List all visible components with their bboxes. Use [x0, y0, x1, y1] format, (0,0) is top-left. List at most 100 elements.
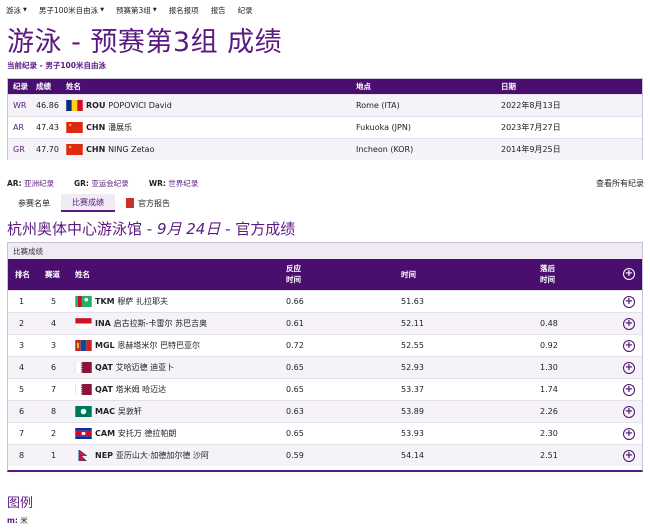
result-lane: 4 [51, 319, 57, 328]
result-athlete[interactable]: QAT 塔米姆 哈迈达 [75, 384, 166, 395]
results-header-name: 姓名 [75, 270, 90, 279]
chevron-down-icon: ▼ [152, 7, 157, 13]
nav-records[interactable]: 纪录 [238, 5, 253, 16]
result-rank: 5 [19, 385, 25, 394]
svg-text:★: ★ [68, 123, 72, 129]
result-athlete[interactable]: QAT 艾哈迈德 迪亚卜 [75, 362, 174, 373]
chevron-down-icon: ▼ [23, 7, 27, 13]
result-time: 53.89 [401, 407, 424, 416]
legend-title: 图例 [7, 496, 34, 511]
nav-entries[interactable]: 报名报项 [169, 5, 199, 16]
result-row[interactable]: 7 2 CAM 安托万 德拉帕朗 0.65 53.93 2.30 + [8, 422, 642, 444]
current-record-label: 当前纪录 - 男子100米自由泳 [7, 61, 106, 70]
result-athlete[interactable]: CAM 安托万 德拉帕朗 [75, 428, 176, 439]
record-date: 2014年9月25日 [501, 145, 561, 154]
results-header-lane: 赛道 [45, 270, 60, 279]
result-time: 54.14 [401, 451, 424, 460]
abbr-ar: AR: 亚洲纪录 [7, 179, 54, 188]
result-behind: 1.30 [540, 363, 558, 372]
expand-row-icon[interactable]: + [623, 384, 635, 396]
result-athlete[interactable]: NEP 亚历山大·加德加尔德 沙阿 [75, 449, 209, 462]
flag-icon: ★ [66, 122, 83, 133]
record-row: WR 46.86 ROU POPOVICI David Rome (ITA) 2… [8, 94, 642, 116]
result-row[interactable]: 3 3 MGL 恩赫塔米尔 巴特巴亚尔 0.72 52.55 0.92 + [8, 334, 642, 356]
result-row[interactable]: 2 4 INA 启古拉斯-卡雷尔 苏巴吉奥 0.61 52.11 0.48 + [8, 312, 642, 334]
result-row[interactable]: 6 8 MAC 吴敦轩 0.63 53.89 2.26 + [8, 400, 642, 422]
expand-row-icon[interactable]: + [623, 362, 635, 374]
result-behind: 2.51 [540, 451, 558, 460]
expand-row-icon[interactable]: + [623, 428, 635, 440]
record-type[interactable]: AR [13, 123, 24, 132]
result-rank: 2 [19, 319, 25, 328]
results-table: 比赛成绩 排名 赛道 姓名 反应 时间 时间 落后 时间 + 1 5 TKM 穆… [7, 242, 643, 472]
abbr-gr: GR: 亚运会纪录 [73, 179, 129, 188]
result-time: 51.63 [401, 297, 424, 306]
top-nav: 游泳 ▼ 男子100米自由泳 ▼ 预赛第3组 ▼ 报名报项 报告 纪录 [6, 4, 253, 16]
result-time: 52.55 [401, 341, 424, 350]
results-header-rt2: 时间 [286, 275, 301, 284]
result-athlete[interactable]: MGL 恩赫塔米尔 巴特巴亚尔 [75, 340, 200, 351]
result-rank: 6 [19, 407, 25, 416]
view-all-records-link[interactable]: 查看所有纪录 [596, 178, 644, 189]
result-athlete[interactable]: TKM 穆萨 扎拉耶夫 [75, 296, 168, 307]
record-place: Incheon (KOR) [356, 145, 414, 154]
expand-row-icon[interactable]: + [623, 406, 635, 418]
tab-entry-list[interactable]: 参赛名单 [7, 194, 61, 212]
expand-all-icon[interactable]: + [623, 268, 635, 280]
result-lane: 3 [51, 341, 57, 350]
flag-icon [75, 340, 92, 351]
record-athlete[interactable]: ROU POPOVICI David [66, 100, 172, 111]
record-row: GR 47.70 ★ CHN NING Zetao Incheon (KOR) 2… [8, 138, 642, 160]
result-row[interactable]: 1 5 TKM 穆萨 扎拉耶夫 0.66 51.63 + [8, 290, 642, 312]
flag-icon [75, 317, 92, 330]
results-header-rank: 排名 [15, 270, 30, 279]
nav-reports[interactable]: 报告 [211, 5, 226, 16]
record-athlete[interactable]: ★ CHN NING Zetao [66, 144, 154, 155]
result-athlete[interactable]: MAC 吴敦轩 [75, 406, 142, 417]
result-row[interactable]: 5 7 QAT 塔米姆 哈迈达 0.65 53.37 1.74 + [8, 378, 642, 400]
result-behind: 2.30 [540, 429, 558, 438]
result-reaction-time: 0.72 [286, 341, 304, 350]
results-header-behind1: 落后 [540, 264, 555, 273]
result-behind: 1.74 [540, 385, 558, 394]
result-reaction-time: 0.66 [286, 297, 304, 306]
expand-row-icon[interactable]: + [623, 450, 635, 462]
svg-text:★: ★ [68, 145, 72, 151]
records-header-place: 地点 [356, 82, 371, 91]
result-rank: 7 [19, 429, 25, 438]
records-header-name: 姓名 [66, 82, 81, 91]
result-athlete[interactable]: INA 启古拉斯-卡雷尔 苏巴吉奥 [75, 317, 207, 330]
tabs: 参赛名单 比赛成绩 官方报告 [7, 194, 181, 212]
expand-row-icon[interactable]: + [623, 296, 635, 308]
tab-official-report[interactable]: 官方报告 [115, 194, 181, 212]
page-title: 游泳 - 预赛第3组 成绩 [7, 27, 283, 58]
result-behind: 2.26 [540, 407, 558, 416]
results-header: 排名 赛道 姓名 反应 时间 时间 落后 时间 + [8, 259, 642, 290]
result-rank: 1 [19, 297, 25, 306]
record-place: Rome (ITA) [356, 101, 400, 110]
legend-item: m: 米 [7, 516, 28, 525]
record-result: 46.86 [36, 101, 59, 110]
record-athlete[interactable]: ★ CHN 潘展乐 [66, 122, 132, 133]
results-header-time: 时间 [401, 270, 416, 279]
results-header-rt1: 反应 [286, 264, 301, 273]
result-behind: 0.92 [540, 341, 558, 350]
result-row[interactable]: 8 1 NEP 亚历山大·加德加尔德 沙阿 0.59 54.14 2.51 + [8, 444, 642, 466]
records-header-result: 成绩 [36, 82, 51, 91]
result-row[interactable]: 4 6 QAT 艾哈迈德 迪亚卜 0.65 52.93 1.30 + [8, 356, 642, 378]
flag-icon [66, 100, 83, 111]
expand-row-icon[interactable]: + [623, 318, 635, 330]
records-table: 纪录 成绩 姓名 地点 日期 WR 46.86 ROU POPOVICI Dav… [7, 78, 643, 160]
record-type[interactable]: WR [13, 101, 26, 110]
record-type[interactable]: GR [13, 145, 25, 154]
nav-heat[interactable]: 预赛第3组 ▼ [116, 5, 157, 16]
tab-results[interactable]: 比赛成绩 [61, 194, 115, 212]
venue-heading: 杭州奥体中心游泳馆 - 9月 24日 - 官方成绩 [7, 220, 296, 238]
nav-event[interactable]: 男子100米自由泳 ▼ [39, 5, 104, 16]
record-date: 2022年8月13日 [501, 101, 561, 110]
nav-sport[interactable]: 游泳 ▼ [6, 5, 27, 16]
record-abbreviations: AR: 亚洲纪录 GR: 亚运会纪录 WR: 世界纪录 [7, 178, 198, 189]
results-label: 比赛成绩 [8, 243, 642, 259]
result-time: 53.93 [401, 429, 424, 438]
expand-row-icon[interactable]: + [623, 340, 635, 352]
